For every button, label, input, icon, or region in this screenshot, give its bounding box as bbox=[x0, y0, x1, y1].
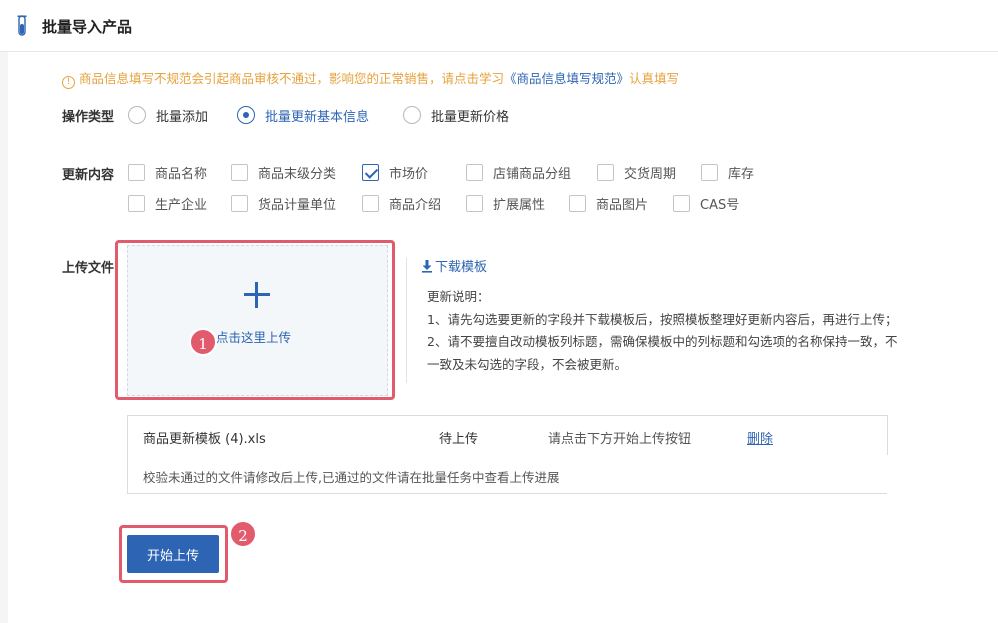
checkbox-stock[interactable]: 库存 bbox=[701, 162, 754, 182]
spec-link[interactable]: 《商品信息填写规范》 bbox=[504, 71, 629, 86]
download-icon bbox=[422, 259, 432, 273]
notice-banner: ! 商品信息填写不规范会引起商品审核不通过，影响您的正常销售，请点击学习《商品信息… bbox=[62, 68, 679, 89]
checkbox-label: 商品名称 bbox=[155, 166, 208, 182]
checkbox-leaf-category[interactable]: 商品末级分类 bbox=[231, 162, 336, 182]
test-tube-icon bbox=[17, 15, 27, 36]
radio-circle bbox=[128, 106, 146, 124]
checkbox-box bbox=[597, 163, 614, 181]
checkbox-manufacturer[interactable]: 生产企业 bbox=[128, 193, 207, 213]
checkbox-box bbox=[128, 163, 145, 181]
upload-divider bbox=[406, 258, 407, 383]
page-header: 批量导入产品 bbox=[0, 0, 998, 52]
checkbox-product-intro[interactable]: 商品介绍 bbox=[362, 193, 441, 213]
radio-circle bbox=[403, 106, 421, 124]
radio-label: 批量添加 bbox=[156, 109, 209, 125]
checkbox-box bbox=[362, 194, 379, 212]
notice-text-after: 认真填写 bbox=[629, 71, 680, 86]
update-notes-title: 更新说明： bbox=[427, 289, 490, 304]
checkbox-label: 生产企业 bbox=[155, 197, 208, 213]
radio-batch-update-price[interactable]: 批量更新价格 bbox=[403, 104, 509, 126]
checkbox-cas[interactable]: CAS号 bbox=[673, 193, 739, 213]
checkbox-label: 货品计量单位 bbox=[258, 197, 337, 213]
checkbox-label: 库存 bbox=[728, 166, 755, 182]
upload-highlight-frame bbox=[115, 240, 395, 400]
checkbox-box bbox=[673, 194, 690, 212]
step-badge-2: 2 bbox=[229, 520, 257, 548]
checkbox-box bbox=[231, 163, 248, 181]
radio-circle-selected bbox=[237, 106, 255, 124]
checkbox-box bbox=[701, 163, 718, 181]
file-status: 待上传 bbox=[439, 432, 479, 447]
upload-file-label: 上传文件 bbox=[62, 261, 115, 276]
radio-batch-add[interactable]: 批量添加 bbox=[128, 104, 208, 126]
update-content-label: 更新内容 bbox=[62, 168, 115, 183]
step-badge-1: 1 bbox=[189, 328, 217, 356]
checkbox-box bbox=[466, 194, 483, 212]
checkbox-market-price[interactable]: 市场价 bbox=[362, 162, 428, 182]
checkbox-box bbox=[128, 194, 145, 212]
info-circle-icon: ! bbox=[62, 76, 75, 89]
checkbox-box-checked bbox=[362, 163, 379, 181]
file-list: 商品更新模板 (4).xls 待上传 请点击下方开始上传按钮 删除 校验未通过的… bbox=[127, 415, 888, 494]
notice-text: 商品信息填写不规范会引起商品审核不通过，影响您的正常销售，请点击学习 bbox=[79, 71, 505, 86]
file-name: 商品更新模板 (4).xls bbox=[143, 432, 266, 447]
checkbox-delivery-cycle[interactable]: 交货周期 bbox=[597, 162, 676, 182]
checkbox-unit[interactable]: 货品计量单位 bbox=[231, 193, 336, 213]
checkbox-label: 市场价 bbox=[389, 166, 429, 182]
checkbox-box bbox=[466, 163, 483, 181]
checkbox-product-images[interactable]: 商品图片 bbox=[569, 193, 648, 213]
checkbox-box bbox=[231, 194, 248, 212]
checkbox-store-group[interactable]: 店铺商品分组 bbox=[466, 162, 571, 182]
page-title: 批量导入产品 bbox=[42, 18, 133, 36]
radio-label: 批量更新基本信息 bbox=[265, 109, 370, 125]
checkbox-label: 商品介绍 bbox=[389, 197, 442, 213]
delete-file-link[interactable]: 删除 bbox=[747, 428, 773, 447]
checkbox-label: 扩展属性 bbox=[493, 197, 546, 213]
download-template-link[interactable]: 下载模板 bbox=[421, 256, 487, 275]
file-status-hint: 请点击下方开始上传按钮 bbox=[548, 432, 692, 447]
upload-hint: 校验未通过的文件请修改后上传,已通过的文件请在批量任务中查看上传进展 bbox=[143, 470, 560, 485]
start-upload-highlight-frame bbox=[119, 525, 228, 583]
checkbox-label: 店铺商品分组 bbox=[493, 166, 572, 182]
left-strip bbox=[0, 52, 8, 623]
checkbox-label: CAS号 bbox=[700, 197, 740, 213]
update-note-1: 1、请先勾选要更新的字段并下载模板后，按照模板整理好更新内容后，再进行上传； bbox=[427, 311, 898, 327]
checkbox-product-name[interactable]: 商品名称 bbox=[128, 162, 207, 182]
file-row: 商品更新模板 (4).xls 待上传 请点击下方开始上传按钮 删除 bbox=[128, 416, 887, 456]
checkbox-label: 商品图片 bbox=[596, 197, 649, 213]
checkbox-label: 交货周期 bbox=[624, 166, 677, 182]
radio-batch-update-basic[interactable]: 批量更新基本信息 bbox=[237, 104, 369, 126]
checkbox-box bbox=[569, 194, 586, 212]
checkbox-label: 商品末级分类 bbox=[258, 166, 337, 182]
table-border bbox=[887, 415, 888, 455]
checkbox-ext-attrs[interactable]: 扩展属性 bbox=[466, 193, 545, 213]
update-notes: 更新说明： 1、请先勾选要更新的字段并下载模板后，按照模板整理好更新内容后，再进… bbox=[427, 286, 907, 376]
operation-type-label: 操作类型 bbox=[62, 110, 115, 125]
update-note-2: 2、请不要擅自改动模板列标题，需确保模板中的列标题和勾选项的名称保持一致，不一致… bbox=[427, 334, 898, 372]
radio-label: 批量更新价格 bbox=[431, 109, 510, 125]
download-template-label: 下载模板 bbox=[435, 260, 488, 275]
